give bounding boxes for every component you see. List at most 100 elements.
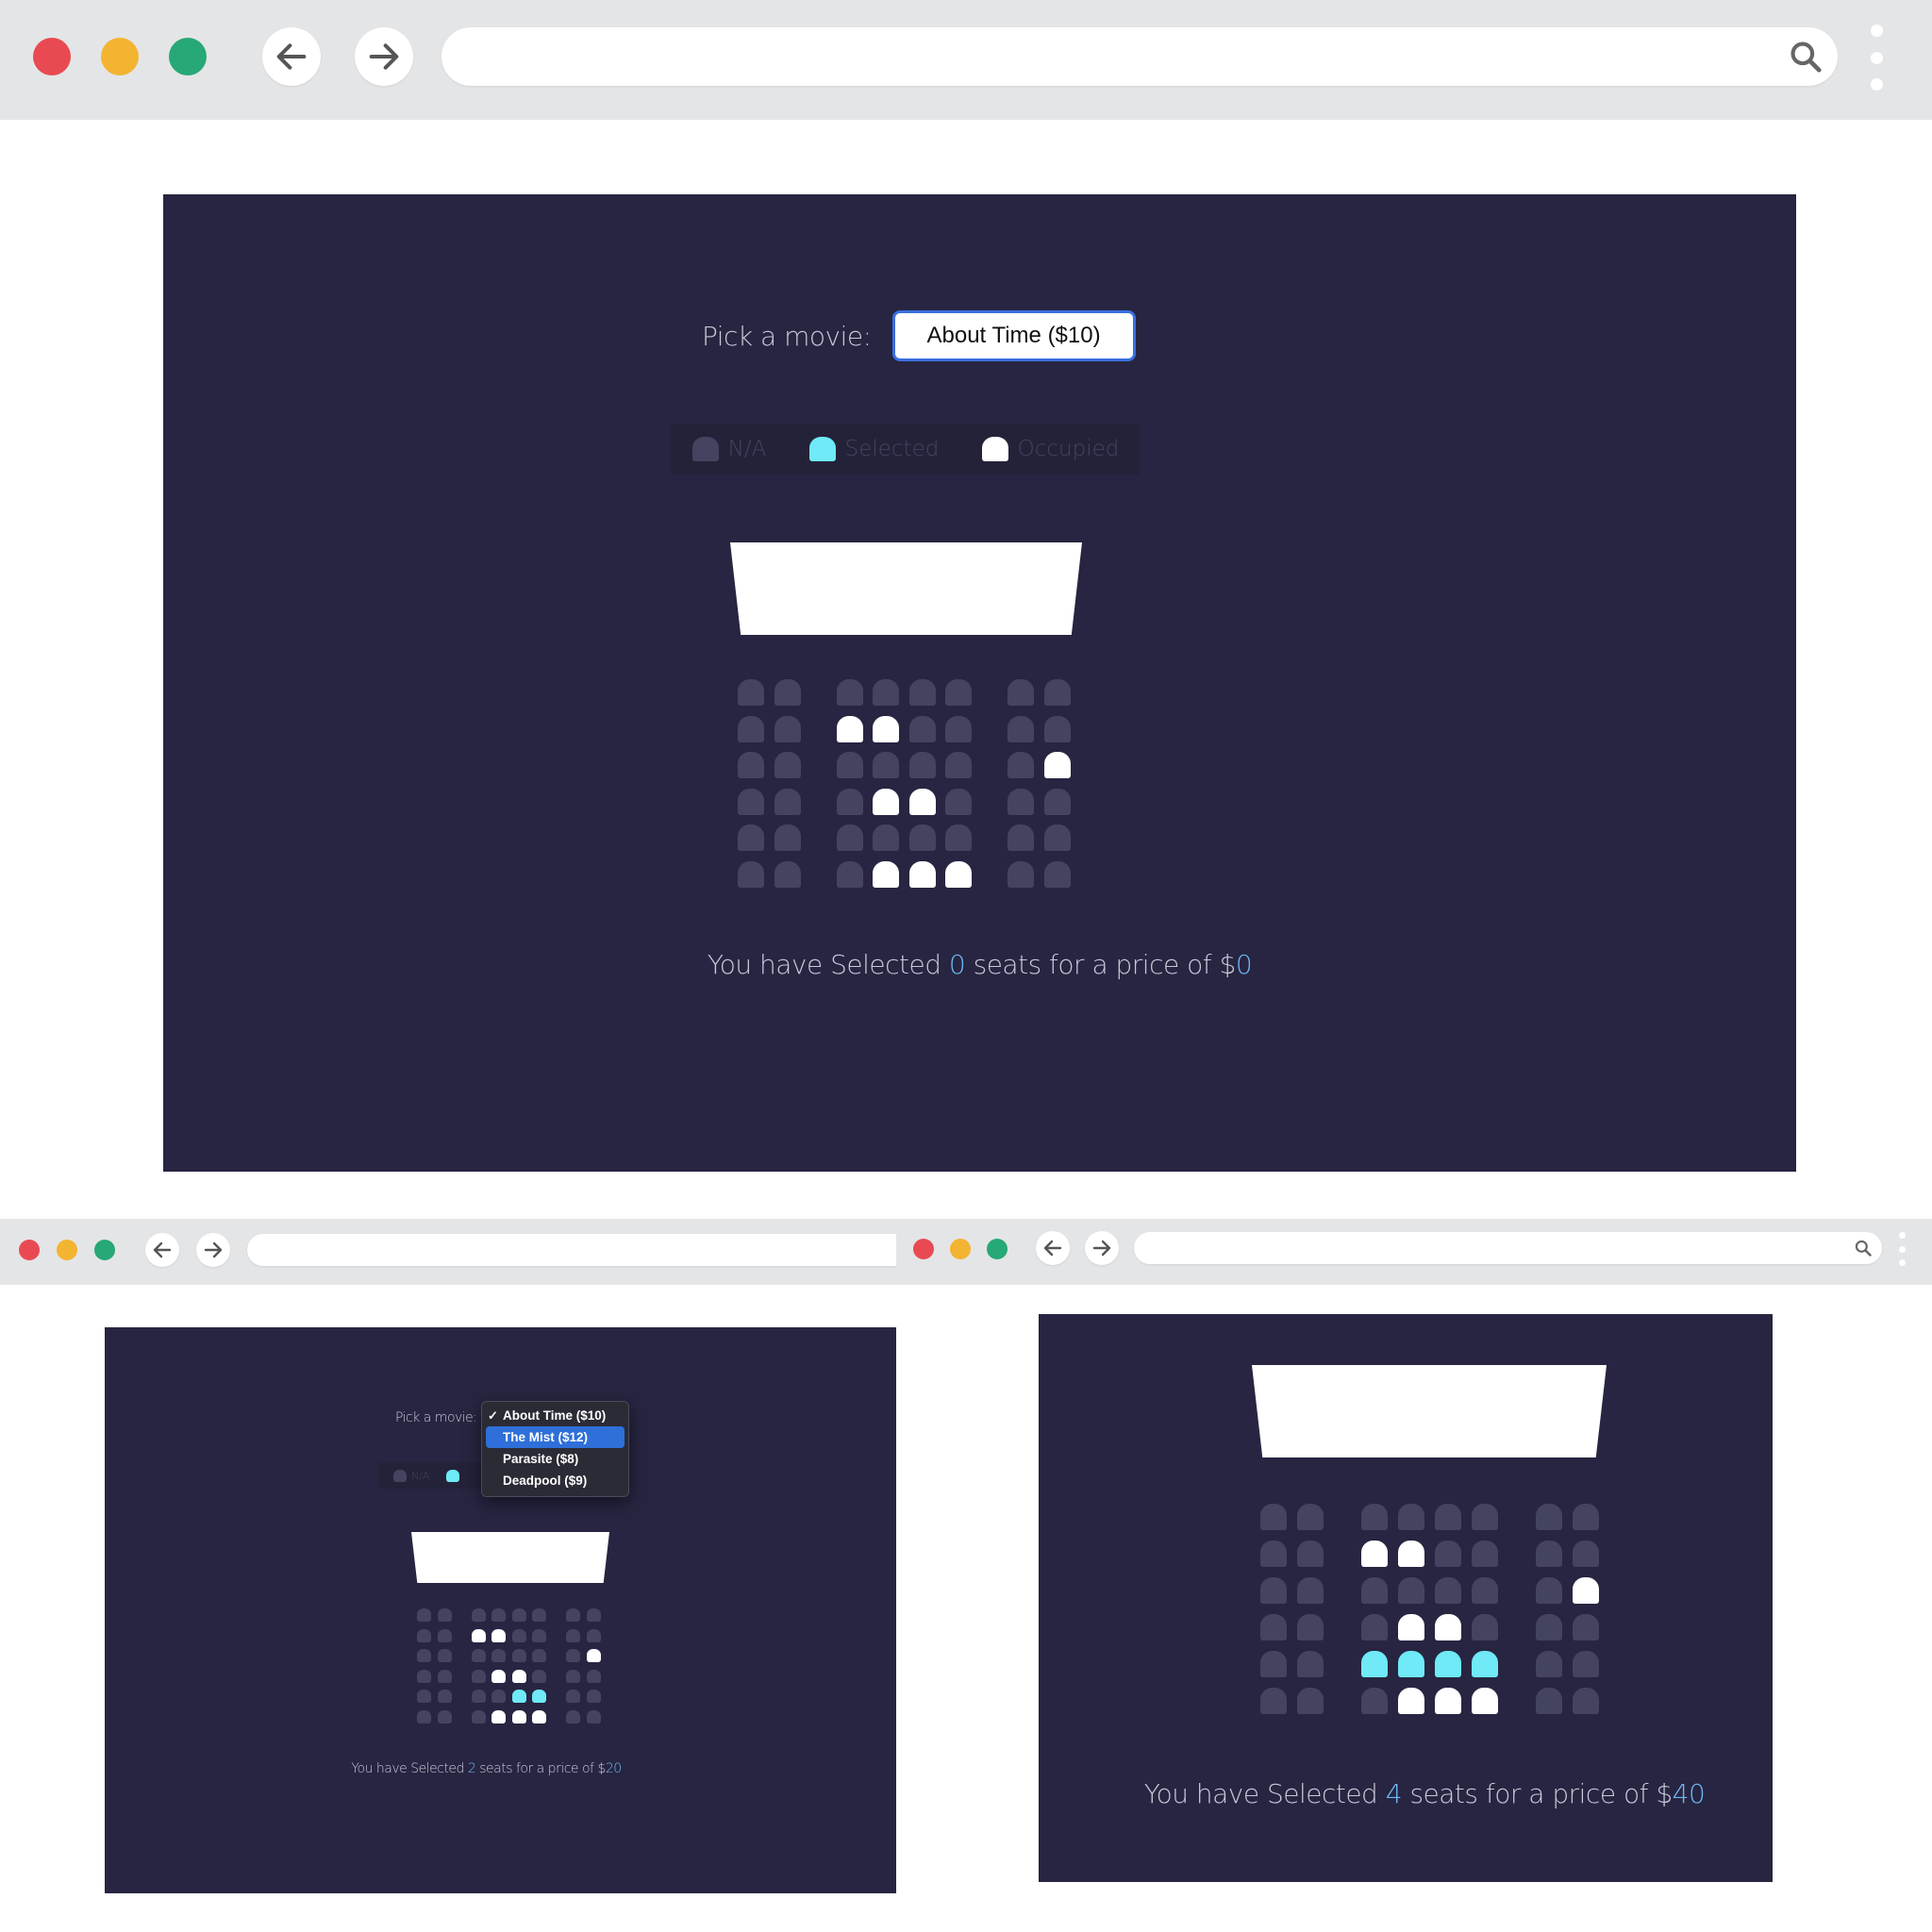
seat-unavailable[interactable] xyxy=(511,1649,526,1662)
forward-button[interactable] xyxy=(355,27,413,86)
minimize-window-button[interactable] xyxy=(950,1239,971,1259)
seat-unavailable[interactable] xyxy=(437,1669,452,1683)
seat-unavailable[interactable] xyxy=(1361,1504,1388,1530)
forward-button[interactable] xyxy=(1085,1231,1119,1265)
seat-unavailable[interactable] xyxy=(532,1608,546,1622)
seat-unavailable[interactable] xyxy=(1260,1541,1287,1567)
seat-unavailable[interactable] xyxy=(1043,860,1071,888)
seat-selected[interactable] xyxy=(511,1690,526,1703)
seat-unavailable[interactable] xyxy=(1260,1614,1287,1641)
seat-unavailable[interactable] xyxy=(1297,1651,1324,1677)
seat-unavailable[interactable] xyxy=(738,715,764,742)
seat-unavailable[interactable] xyxy=(586,1669,601,1683)
seat-unavailable[interactable] xyxy=(738,752,764,778)
seat-unavailable[interactable] xyxy=(1297,1577,1324,1604)
seat-unavailable[interactable] xyxy=(417,1649,431,1662)
seat-unavailable[interactable] xyxy=(1472,1577,1498,1604)
seat-unavailable[interactable] xyxy=(945,679,972,706)
seat-unavailable[interactable] xyxy=(417,1690,431,1703)
seat-unavailable[interactable] xyxy=(1573,1651,1599,1677)
seat-unavailable[interactable] xyxy=(1361,1614,1388,1641)
movie-dropdown-menu[interactable]: ✓ About Time ($10) The Mist ($12) Parasit… xyxy=(481,1401,629,1497)
seat-unavailable[interactable] xyxy=(491,1649,506,1662)
seat-unavailable[interactable] xyxy=(1536,1541,1562,1567)
seat-unavailable[interactable] xyxy=(1260,1504,1287,1530)
seat-unavailable[interactable] xyxy=(1435,1577,1461,1604)
seat-unavailable[interactable] xyxy=(471,1649,486,1662)
seat-unavailable[interactable] xyxy=(1361,1577,1388,1604)
seat-unavailable[interactable] xyxy=(1435,1504,1461,1530)
seat-unavailable[interactable] xyxy=(566,1669,580,1683)
seat-unavailable[interactable] xyxy=(1472,1541,1498,1567)
seat-unavailable[interactable] xyxy=(1043,679,1071,706)
seat-unavailable[interactable] xyxy=(566,1628,580,1642)
seat-unavailable[interactable] xyxy=(738,824,764,851)
seat-unavailable[interactable] xyxy=(1008,860,1034,888)
seat-unavailable[interactable] xyxy=(586,1709,601,1724)
close-window-button[interactable] xyxy=(19,1240,40,1260)
seat-unavailable[interactable] xyxy=(1398,1577,1424,1604)
seat-unavailable[interactable] xyxy=(1573,1504,1599,1530)
kebab-menu-icon[interactable] xyxy=(1868,25,1885,91)
seat-unavailable[interactable] xyxy=(1398,1504,1424,1530)
seat-unavailable[interactable] xyxy=(471,1608,486,1622)
close-window-button[interactable] xyxy=(913,1239,934,1259)
seat-unavailable[interactable] xyxy=(774,679,801,706)
seat-unavailable[interactable] xyxy=(945,715,972,742)
seat-unavailable[interactable] xyxy=(1008,679,1034,706)
seat-selected[interactable] xyxy=(1398,1651,1424,1677)
seat-unavailable[interactable] xyxy=(417,1669,431,1683)
seat-unavailable[interactable] xyxy=(1573,1541,1599,1567)
address-bar[interactable] xyxy=(441,27,1838,86)
seat-unavailable[interactable] xyxy=(471,1690,486,1703)
seat-unavailable[interactable] xyxy=(586,1628,601,1642)
seat-unavailable[interactable] xyxy=(836,679,863,706)
minimize-window-button[interactable] xyxy=(57,1240,77,1260)
seat-unavailable[interactable] xyxy=(532,1649,546,1662)
search-icon[interactable] xyxy=(1788,39,1824,75)
movie-option[interactable]: The Mist ($12) xyxy=(486,1426,625,1448)
seat-unavailable[interactable] xyxy=(1043,715,1071,742)
seat-unavailable[interactable] xyxy=(1043,824,1071,851)
seat-unavailable[interactable] xyxy=(471,1709,486,1724)
seat-unavailable[interactable] xyxy=(1043,788,1071,815)
seat-selected[interactable] xyxy=(532,1690,546,1703)
seat-unavailable[interactable] xyxy=(437,1628,452,1642)
seat-unavailable[interactable] xyxy=(836,824,863,851)
seat-unavailable[interactable] xyxy=(566,1709,580,1724)
movie-option[interactable]: Deadpool ($9) xyxy=(482,1470,628,1491)
seat-unavailable[interactable] xyxy=(774,715,801,742)
seat-unavailable[interactable] xyxy=(566,1690,580,1703)
movie-option[interactable]: ✓ About Time ($10) xyxy=(482,1405,628,1426)
seat-unavailable[interactable] xyxy=(491,1690,506,1703)
seat-unavailable[interactable] xyxy=(1361,1688,1388,1714)
seat-unavailable[interactable] xyxy=(1536,1688,1562,1714)
back-button[interactable] xyxy=(145,1233,179,1267)
forward-button[interactable] xyxy=(196,1233,230,1267)
seat-unavailable[interactable] xyxy=(908,679,936,706)
seat-unavailable[interactable] xyxy=(774,788,801,815)
seat-unavailable[interactable] xyxy=(586,1690,601,1703)
seat-unavailable[interactable] xyxy=(1573,1688,1599,1714)
seat-unavailable[interactable] xyxy=(1297,1614,1324,1641)
seat-unavailable[interactable] xyxy=(945,752,972,778)
movie-select[interactable]: About Time ($10) xyxy=(891,310,1136,361)
seat-unavailable[interactable] xyxy=(1008,715,1034,742)
minimize-window-button[interactable] xyxy=(101,38,139,75)
seat-unavailable[interactable] xyxy=(945,788,972,815)
seat-unavailable[interactable] xyxy=(1435,1541,1461,1567)
maximize-window-button[interactable] xyxy=(987,1239,1008,1259)
seat-unavailable[interactable] xyxy=(1008,788,1034,815)
maximize-window-button[interactable] xyxy=(94,1240,115,1260)
back-button[interactable] xyxy=(1036,1231,1070,1265)
seat-unavailable[interactable] xyxy=(1260,1688,1287,1714)
seat-unavailable[interactable] xyxy=(566,1608,580,1622)
seat-unavailable[interactable] xyxy=(1260,1651,1287,1677)
seat-unavailable[interactable] xyxy=(437,1649,452,1662)
maximize-window-button[interactable] xyxy=(169,38,207,75)
seat-unavailable[interactable] xyxy=(774,752,801,778)
seat-unavailable[interactable] xyxy=(1536,1614,1562,1641)
seat-unavailable[interactable] xyxy=(511,1608,526,1622)
seat-unavailable[interactable] xyxy=(586,1608,601,1622)
seat-unavailable[interactable] xyxy=(1536,1577,1562,1604)
